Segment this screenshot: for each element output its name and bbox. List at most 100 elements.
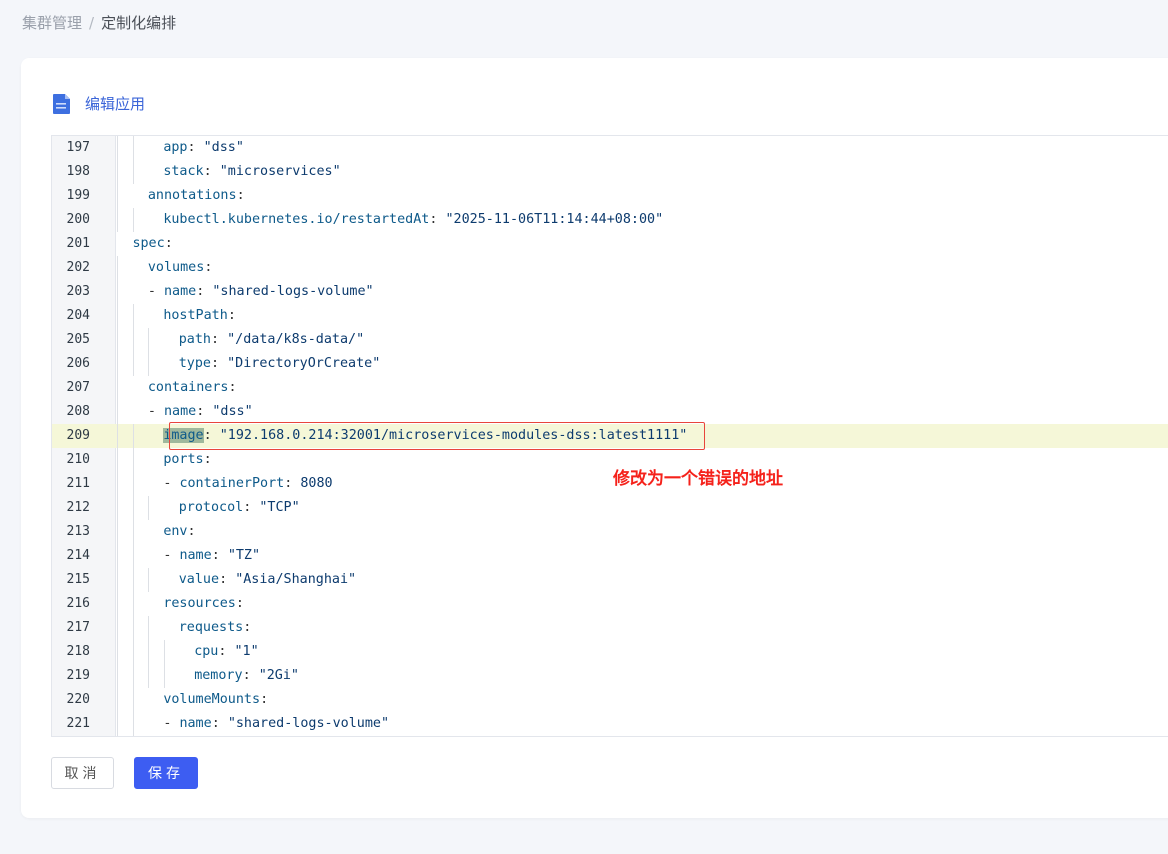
yaml-key: requests: [178, 620, 244, 635]
code-line[interactable]: 210 ports:: [52, 448, 1168, 472]
yaml-punctuation: :: [211, 356, 228, 371]
code-line[interactable]: 213 env:: [52, 520, 1168, 544]
indent-guide: [132, 472, 134, 496]
breadcrumb-parent[interactable]: 集群管理: [22, 14, 82, 32]
indent-guide: [117, 544, 119, 568]
yaml-value: "dss": [203, 140, 244, 155]
indent-guide: [117, 208, 119, 232]
yaml-key: volumes: [147, 260, 205, 275]
code-line[interactable]: 197 app: "dss": [52, 136, 1168, 160]
indent-guide: [117, 640, 119, 664]
indent-guide: [148, 328, 150, 352]
indent-guide: [148, 640, 150, 664]
yaml-punctuation: :: [228, 380, 237, 395]
yaml-value: 8080: [300, 476, 333, 491]
code-line[interactable]: 204 hostPath:: [52, 304, 1168, 328]
code-line[interactable]: 211 - containerPort: 8080: [52, 472, 1168, 496]
code-line[interactable]: 199 annotations:: [52, 184, 1168, 208]
code-line[interactable]: 221 - name: "shared-logs-volume": [52, 712, 1168, 736]
yaml-key: stack: [163, 164, 204, 179]
code-line[interactable]: 214 - name: "TZ": [52, 544, 1168, 568]
yaml-punctuation: :: [203, 164, 220, 179]
line-number: 210: [66, 452, 90, 467]
yaml-value: "shared-logs-volume": [212, 284, 374, 299]
indent-guide: [117, 400, 119, 424]
indent-guide: [132, 664, 134, 688]
indent-guide: [163, 640, 165, 664]
indent-guide: [132, 352, 134, 376]
yaml-punctuation: :: [196, 284, 213, 299]
code-text: - containerPort: 8080: [163, 472, 332, 496]
code-line[interactable]: 216 resources:: [52, 592, 1168, 616]
breadcrumb: 集群管理 / 定制化编排: [22, 12, 176, 34]
code-line[interactable]: 218 cpu: "1": [52, 640, 1168, 664]
yaml-key: annotations: [147, 188, 237, 203]
code-text: spec:: [132, 232, 172, 256]
code-text: - name: "shared-logs-volume": [163, 712, 389, 736]
indent-guide: [132, 688, 134, 712]
indent-guide: [163, 664, 165, 688]
indent-guide: [132, 592, 134, 616]
line-number: 213: [66, 524, 90, 539]
code-text: path: "/data/k8s-data/": [179, 328, 364, 352]
indent-guide: [117, 664, 119, 688]
yaml-value: "dss": [212, 404, 253, 419]
code-line[interactable]: 206 type: "DirectoryOrCreate": [52, 352, 1168, 376]
code-line[interactable]: 217 requests:: [52, 616, 1168, 640]
code-line[interactable]: 212 protocol: "TCP": [52, 496, 1168, 520]
indent-guide: [117, 496, 119, 520]
indent-guide: [132, 448, 134, 472]
indent-guide: [148, 496, 150, 520]
line-number: 216: [66, 596, 90, 611]
yaml-value: "microservices": [219, 164, 341, 179]
line-number: 211: [66, 476, 90, 491]
card-header: 编辑应用: [52, 93, 145, 115]
code-line[interactable]: 220 volumeMounts:: [52, 688, 1168, 712]
cancel-button[interactable]: 取消: [51, 757, 114, 789]
line-number: 199: [66, 188, 90, 203]
yaml-punctuation: :: [242, 668, 259, 683]
yaml-punctuation: :: [219, 572, 236, 587]
indent-guide: [132, 568, 134, 592]
indent-guide: [117, 448, 119, 472]
code-line[interactable]: 198 stack: "microservices": [52, 160, 1168, 184]
code-text: requests:: [179, 616, 252, 640]
yaml-key: spec: [132, 236, 165, 251]
line-number: 197: [66, 140, 90, 155]
indent-guide: [117, 352, 119, 376]
code-line[interactable]: 201 spec:: [52, 232, 1168, 256]
save-button[interactable]: 保存: [134, 757, 198, 789]
line-number: 212: [66, 500, 90, 515]
code-text: value: "Asia/Shanghai": [179, 568, 356, 592]
line-number: 215: [66, 572, 90, 587]
line-number: 202: [66, 260, 90, 275]
yaml-punctuation: :: [211, 716, 228, 731]
line-number: 198: [66, 164, 90, 179]
code-line[interactable]: 207 containers:: [52, 376, 1168, 400]
yaml-value: "2Gi": [258, 668, 299, 683]
code-line[interactable]: 208 - name: "dss": [52, 400, 1168, 424]
code-line[interactable]: 215 value: "Asia/Shanghai": [52, 568, 1168, 592]
code-text: ports:: [163, 448, 211, 472]
indent-guide: [132, 496, 134, 520]
yaml-key: env: [163, 524, 188, 539]
code-text: - name: "dss": [148, 400, 253, 424]
code-line[interactable]: 202 volumes:: [52, 256, 1168, 280]
indent-guide: [132, 616, 134, 640]
code-text: resources:: [163, 592, 244, 616]
indent-guide: [132, 136, 134, 160]
indent-guide: [117, 616, 119, 640]
code-text: kubectl.kubernetes.io/restartedAt: "2025…: [163, 208, 663, 232]
line-number: 214: [66, 548, 90, 563]
code-line[interactable]: 205 path: "/data/k8s-data/": [52, 328, 1168, 352]
annotation-highlight-box: [169, 422, 705, 450]
yaml-key: app: [163, 140, 188, 155]
code-line[interactable]: 200 kubectl.kubernetes.io/restartedAt: "2…: [52, 208, 1168, 232]
code-line[interactable]: 203 - name: "shared-logs-volume": [52, 280, 1168, 304]
yaml-punctuation: :: [284, 476, 301, 491]
line-number: 209: [66, 428, 90, 443]
yaml-punctuation: -: [147, 284, 164, 299]
indent-guide: [132, 160, 134, 184]
indent-guide: [117, 136, 119, 160]
code-line[interactable]: 219 memory: "2Gi": [52, 664, 1168, 688]
